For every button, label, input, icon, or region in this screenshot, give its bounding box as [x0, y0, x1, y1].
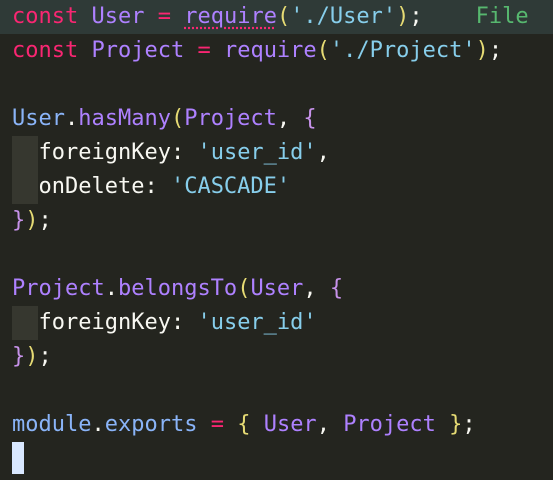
paren-close: ) — [475, 38, 489, 63]
paren-open: ( — [316, 38, 330, 63]
comma: , — [303, 276, 330, 301]
dot: . — [91, 412, 105, 437]
ghost-text-file: File — [422, 4, 529, 29]
code-content: Project.belongsTo(User, { — [12, 272, 343, 306]
colon: : — [144, 174, 171, 199]
paren-close: ) — [25, 208, 39, 233]
code-line[interactable]: const Project = require('./Project'); — [0, 34, 553, 68]
operator-assign: = — [144, 4, 185, 29]
arg-project: Project — [184, 106, 277, 131]
code-line[interactable]: module.exports = { User, Project }; — [0, 408, 553, 442]
brace-open: { — [303, 106, 317, 131]
code-content: User.hasMany(Project, { — [12, 102, 317, 136]
brace-close: } — [449, 412, 463, 437]
paren-close: ) — [396, 4, 410, 29]
code-content: foreignKey: 'user_id' — [12, 306, 317, 340]
text-cursor — [12, 442, 24, 474]
brace-open: { — [237, 412, 251, 437]
code-line[interactable] — [0, 374, 553, 408]
paren-open: ( — [237, 276, 251, 301]
code-line[interactable]: onDelete: 'CASCADE' — [0, 170, 553, 204]
code-line[interactable]: User.hasMany(Project, { — [0, 102, 553, 136]
code-line[interactable]: foreignKey: 'user_id' — [0, 306, 553, 340]
code-content: foreignKey: 'user_id', — [12, 136, 330, 170]
keyword-const: const — [12, 38, 79, 63]
property-exports: exports — [104, 412, 198, 437]
code-editor[interactable]: const User = require('./User'); File cons… — [0, 0, 553, 480]
operator-assign: = — [184, 38, 224, 63]
semicolon: ; — [38, 344, 52, 369]
export-project: Project — [343, 412, 436, 437]
identifier-project: Project — [91, 38, 185, 63]
code-content: }); — [12, 204, 52, 238]
string-cascade: 'CASCADE' — [170, 174, 291, 199]
function-require: require — [184, 4, 277, 29]
paren-close: ) — [25, 344, 39, 369]
colon: : — [170, 310, 198, 335]
string-user-id: 'user_id' — [197, 310, 317, 335]
code-line[interactable]: foreignKey: 'user_id', — [0, 136, 553, 170]
semicolon: ; — [38, 208, 52, 233]
comma: , — [316, 140, 330, 165]
key-foreignkey: foreignKey — [12, 310, 171, 335]
code-content: const Project = require('./Project'); — [12, 34, 502, 68]
paren-open: ( — [276, 4, 291, 29]
semicolon: ; — [462, 412, 476, 437]
method-hasmany: hasMany — [78, 106, 171, 131]
code-line[interactable] — [0, 68, 553, 102]
keyword-const: const — [12, 4, 79, 29]
key-foreignkey: foreignKey — [12, 140, 171, 165]
code-line[interactable]: }); — [0, 204, 553, 238]
string-user-id: 'user_id' — [197, 140, 317, 165]
colon: : — [170, 140, 198, 165]
code-line[interactable]: Project.belongsTo(User, { — [0, 272, 553, 306]
object-project: Project — [12, 276, 105, 301]
comma: , — [316, 412, 344, 437]
string-user-path: './User' — [290, 4, 397, 29]
identifier-user: User — [91, 4, 145, 29]
code-line[interactable]: }); — [0, 340, 553, 374]
export-user: User — [250, 412, 317, 437]
brace-close: } — [12, 344, 26, 369]
object-user: User — [12, 106, 65, 131]
comma: , — [276, 106, 304, 131]
method-belongsto: belongsTo — [117, 276, 238, 301]
code-content: const User = require('./User'); File — [12, 0, 529, 34]
code-content: module.exports = { User, Project }; — [12, 408, 476, 442]
dot: . — [64, 106, 79, 131]
code-line[interactable] — [0, 238, 553, 272]
semicolon: ; — [409, 4, 423, 29]
semicolon: ; — [488, 38, 503, 63]
dot: . — [104, 276, 118, 301]
function-require: require — [223, 38, 317, 63]
object-module: module — [12, 412, 92, 437]
key-ondelete: onDelete — [12, 174, 145, 199]
brace-open: { — [329, 276, 344, 301]
arg-user: User — [250, 276, 304, 301]
code-content: }); — [12, 340, 52, 374]
brace-close: } — [12, 208, 26, 233]
string-project-path: './Project' — [329, 38, 476, 63]
operator-assign: = — [197, 412, 238, 437]
code-content: onDelete: 'CASCADE' — [12, 170, 290, 204]
code-line[interactable]: const User = require('./User'); File — [0, 0, 553, 34]
paren-open: ( — [170, 106, 185, 131]
